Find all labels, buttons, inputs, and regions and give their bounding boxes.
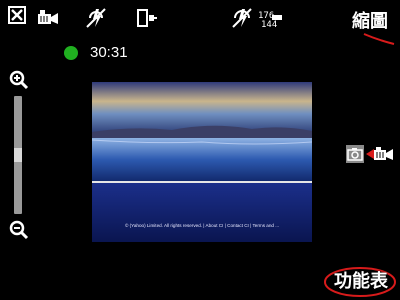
no-signal-icon [230, 6, 256, 30]
zoom-slider[interactable] [14, 96, 22, 214]
mode-switch[interactable] [346, 145, 396, 165]
video-mode-icon [36, 10, 60, 26]
menu-softkey[interactable]: 功能表 [334, 270, 394, 294]
recording-timer: 30:31 [90, 44, 128, 61]
resolution-indicator: 176 144 [258, 12, 288, 32]
resolution-block-icon [272, 15, 282, 20]
preview-caption: © (Yahoo) Limited. All rights reserved. … [124, 223, 280, 228]
viewfinder-preview: © (Yahoo) Limited. All rights reserved. … [92, 82, 312, 242]
memory-card-icon [136, 9, 158, 27]
no-flash-icon [84, 6, 108, 30]
recording-indicator [64, 46, 78, 60]
camera-icon[interactable] [346, 145, 364, 163]
menu-softkey-label: 功能表 [334, 271, 388, 292]
highlight-mark-top [363, 33, 395, 45]
video-camera-icon[interactable] [374, 146, 394, 162]
preview-image [92, 82, 312, 242]
zoom-out-icon[interactable] [9, 220, 29, 240]
resolution-height: 144 [261, 20, 278, 30]
mode-pointer-icon [366, 149, 374, 159]
zoom-slider-thumb[interactable] [14, 148, 22, 162]
close-icon[interactable] [8, 6, 26, 24]
zoom-in-icon[interactable] [9, 70, 29, 90]
